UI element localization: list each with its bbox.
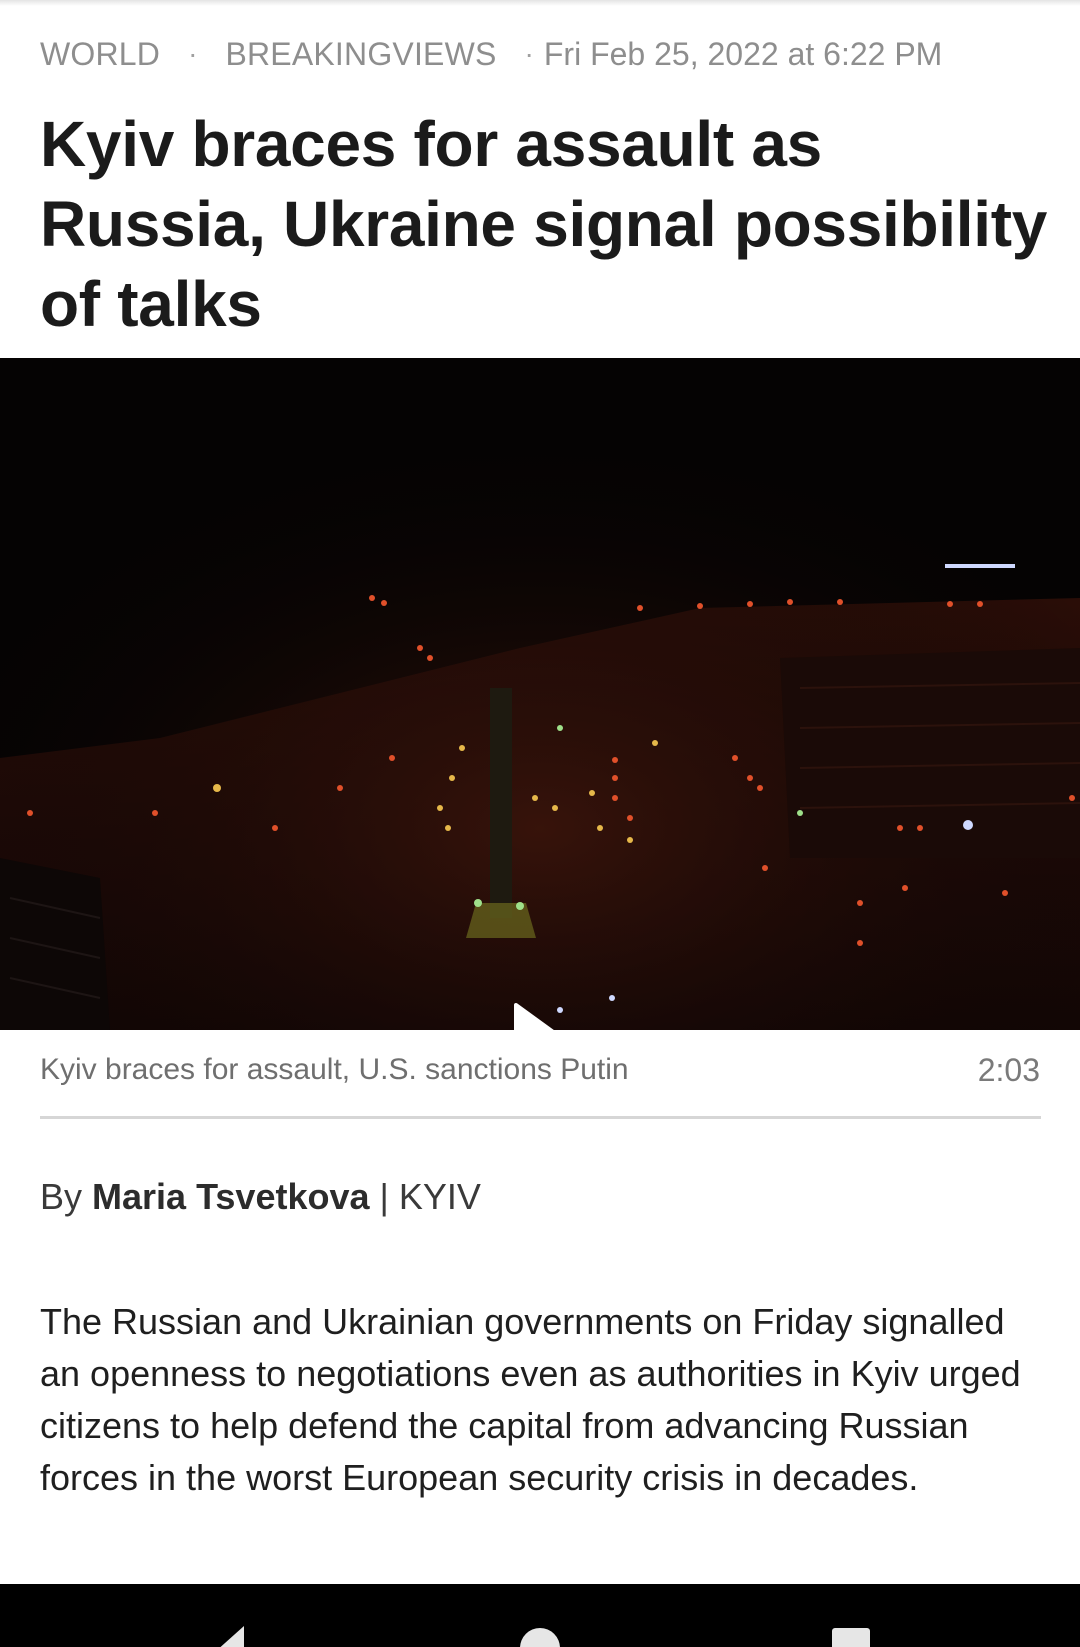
recents-square-icon[interactable] [832, 1628, 870, 1647]
publish-timestamp: Fri Feb 25, 2022 at 6:22 PM [543, 35, 943, 72]
byline-divider: | [379, 1176, 389, 1217]
article-meta-row: WORLD · BREAKINGVIEWS · Fri Feb 25, 2022… [40, 34, 942, 74]
section-link[interactable]: BREAKINGVIEWS [225, 36, 496, 73]
video-player[interactable] [0, 358, 1080, 1030]
article-screen: WORLD · BREAKINGVIEWS · Fri Feb 25, 2022… [0, 0, 1080, 1647]
author-link[interactable]: Maria Tsvetkova [92, 1176, 369, 1217]
byline: By Maria Tsvetkova | KYIV [40, 1176, 481, 1218]
byline-prefix: By [40, 1176, 83, 1217]
article-headline: Kyiv braces for assault as Russia, Ukrai… [40, 108, 1048, 340]
video-caption: Kyiv braces for assault, U.S. sanctions … [40, 1053, 629, 1086]
meta-separator: · [188, 38, 198, 69]
home-circle-icon[interactable] [520, 1628, 560, 1647]
caption-divider [40, 1116, 1041, 1119]
article-body-paragraph: The Russian and Ukrainian governments on… [40, 1301, 1021, 1498]
top-edge-shadow [0, 0, 1080, 6]
video-duration: 2:03 [977, 1051, 1040, 1088]
video-caption-row: Kyiv braces for assault, U.S. sanctions … [40, 1050, 1040, 1090]
system-navigation-bar [0, 1584, 1080, 1647]
category-link[interactable]: WORLD [40, 36, 160, 73]
back-triangle-icon[interactable] [206, 1626, 244, 1647]
play-icon[interactable] [513, 1002, 581, 1030]
meta-separator: · [524, 38, 534, 69]
video-thumbnail [0, 358, 1080, 1030]
dateline-location: KYIV [398, 1176, 481, 1217]
